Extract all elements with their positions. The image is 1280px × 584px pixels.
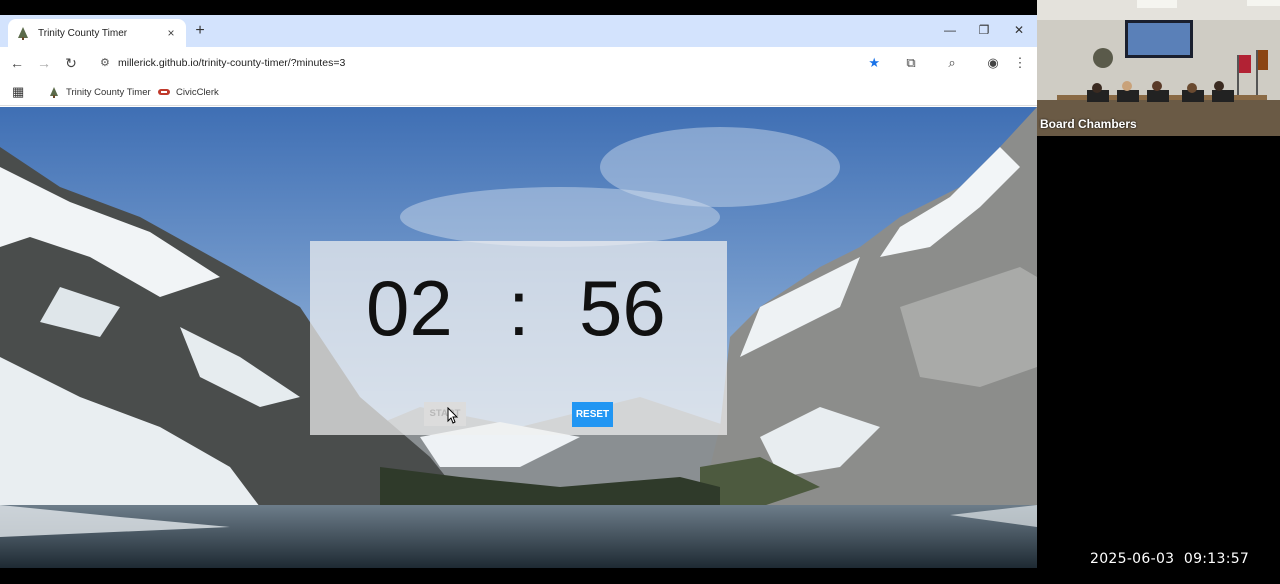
time-separator: : [508, 264, 530, 352]
timer-panel: 02 : 56 START RESET [310, 241, 727, 435]
bookmarks-bar: ▦ Trinity County Timer CivicClerk [0, 78, 1037, 106]
address-bar[interactable]: ⚙ millerick.github.io/trinity-county-tim… [90, 50, 890, 75]
video-timestamp: 2025-06-03 09:13:57 [1090, 551, 1250, 567]
reset-button[interactable]: RESET [572, 402, 613, 427]
meeting-room-image [1037, 0, 1280, 136]
timer-page: 02 : 56 START RESET [0, 107, 1037, 568]
close-window-button[interactable]: ✕ [1004, 20, 1034, 40]
site-info-icon[interactable]: ⚙ [100, 56, 118, 69]
bookmark-star-icon[interactable]: ★ [868, 55, 880, 71]
cast-icon[interactable]: ⌕ [942, 53, 962, 73]
forward-button[interactable]: → [34, 53, 54, 73]
mouse-cursor-icon [447, 407, 459, 424]
reload-button[interactable]: ↻ [61, 53, 81, 73]
restore-button[interactable]: ❐ [969, 20, 999, 40]
bookmark-civicclerk[interactable]: CivicClerk [158, 84, 219, 100]
tab-title: Trinity County Timer [38, 27, 128, 39]
close-tab-icon[interactable]: × [164, 26, 178, 40]
bookmark-label: Trinity County Timer [66, 86, 151, 98]
url-text[interactable]: millerick.github.io/trinity-county-timer… [118, 57, 868, 69]
minimize-button[interactable]: — [935, 20, 965, 40]
minutes-display: 02 [366, 264, 453, 352]
civicclerk-icon [158, 89, 170, 95]
browser-window: Trinity County Timer × + — ❐ ✕ ← → ↻ ⚙ m… [0, 15, 1037, 568]
tab-strip: Trinity County Timer × + — ❐ ✕ [0, 15, 1037, 47]
menu-icon[interactable]: ⋮ [1010, 53, 1030, 73]
start-button[interactable]: START [424, 402, 466, 426]
video-label: Board Chambers [1040, 117, 1137, 131]
tree-icon [18, 27, 28, 40]
profile-icon[interactable]: ◉ [983, 53, 1003, 73]
extensions-icon[interactable]: ⧉ [901, 53, 921, 73]
bookmark-label: CivicClerk [176, 86, 219, 98]
tree-icon [50, 87, 58, 98]
apps-icon[interactable]: ▦ [12, 84, 24, 100]
new-tab-button[interactable]: + [192, 21, 208, 41]
back-button[interactable]: ← [7, 53, 27, 73]
seconds-display: 56 [579, 264, 666, 352]
tab-trinity-county-timer[interactable]: Trinity County Timer × [8, 19, 186, 47]
board-chambers-video: Board Chambers [1037, 0, 1280, 136]
bookmark-trinity-county-timer[interactable]: Trinity County Timer [48, 84, 151, 100]
browser-toolbar: ← → ↻ ⚙ millerick.github.io/trinity-coun… [0, 47, 1037, 78]
